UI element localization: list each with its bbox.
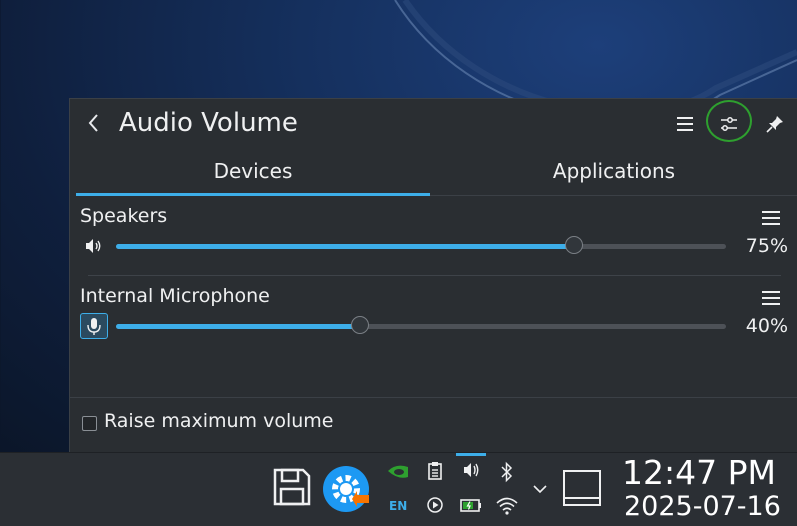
tab-applications[interactable]: Applications	[430, 151, 797, 195]
bluetooth-icon[interactable]	[498, 461, 516, 483]
clock-time: 12:47 PM	[622, 453, 776, 492]
speakers-volume-slider[interactable]	[116, 236, 726, 255]
slider-fill	[116, 324, 360, 329]
raise-max-volume-label[interactable]: Raise maximum volume	[104, 410, 334, 432]
tab-devices[interactable]: Devices	[76, 151, 430, 196]
pin-icon[interactable]	[762, 111, 788, 137]
speakers-volume-percent: 75%	[745, 235, 788, 257]
microphone-volume-percent: 40%	[745, 315, 788, 337]
keyboard-layout-indicator[interactable]: EN	[389, 497, 413, 515]
device-name: Internal Microphone	[80, 285, 270, 307]
show-desktop-icon[interactable]	[562, 469, 602, 507]
popup-header: Audio Volume	[70, 99, 797, 149]
slider-fill	[116, 244, 574, 249]
divider	[88, 275, 781, 276]
clipboard-icon[interactable]	[426, 461, 444, 481]
configure-icon[interactable]	[716, 111, 742, 137]
device-name: Speakers	[80, 205, 168, 227]
battery-icon[interactable]	[459, 495, 483, 515]
device-menu-icon[interactable]	[762, 291, 780, 307]
popup-title: Audio Volume	[119, 108, 298, 138]
chevron-down-icon[interactable]	[530, 479, 550, 499]
active-indicator	[456, 453, 486, 456]
tab-applications-label: Applications	[552, 159, 676, 183]
microphone-volume-slider[interactable]	[116, 316, 726, 335]
slider-handle[interactable]	[564, 236, 583, 254]
wifi-icon[interactable]	[495, 495, 519, 517]
media-player-icon[interactable]	[426, 495, 444, 515]
slider-handle[interactable]	[351, 316, 369, 334]
nvidia-icon[interactable]	[386, 461, 410, 481]
audio-volume-popup: Audio Volume Devices Applications Speake…	[69, 98, 797, 454]
popup-footer: Raise maximum volume	[70, 397, 797, 454]
device-menu-icon[interactable]	[762, 211, 780, 227]
speaker-icon[interactable]	[80, 233, 108, 259]
tab-bar: Devices Applications	[76, 151, 797, 196]
updates-icon[interactable]	[322, 465, 372, 515]
taskbar-panel: EN 12:47 PM 2025-07-16	[0, 452, 797, 526]
tab-devices-label: Devices	[213, 159, 293, 183]
clock-date: 2025-07-16	[624, 491, 781, 522]
hamburger-menu-icon[interactable]	[672, 111, 698, 137]
microphone-icon[interactable]	[80, 313, 108, 339]
raise-max-volume-checkbox[interactable]	[82, 416, 97, 431]
save-icon[interactable]	[272, 467, 312, 507]
volume-tray-icon[interactable]	[456, 453, 486, 483]
back-icon[interactable]	[82, 109, 106, 137]
